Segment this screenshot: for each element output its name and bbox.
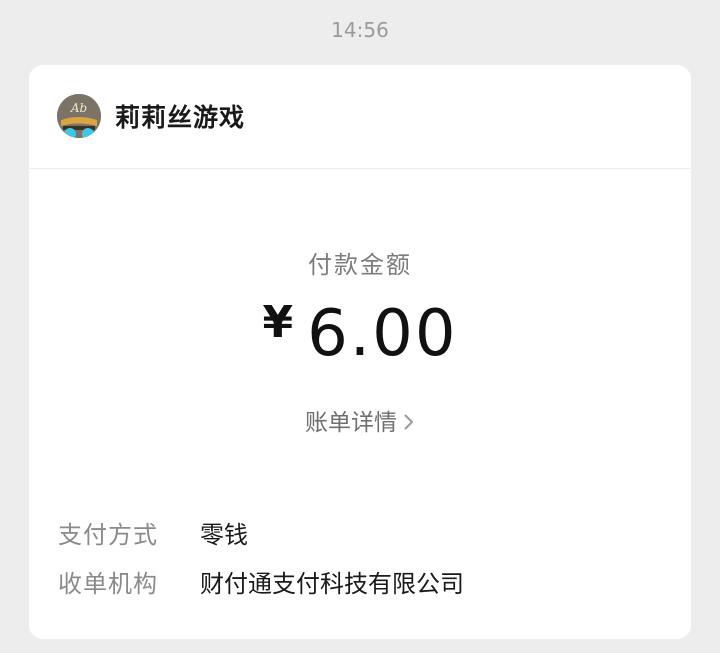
payment-card: Ab 莉莉丝游戏 付款金额 ¥6.00 账单详情 支付方式 零钱 收单机构 财付…	[29, 65, 691, 639]
currency-symbol: ¥	[262, 297, 294, 348]
amount-value: 6.00	[307, 297, 458, 371]
amount-label: 付款金额	[308, 251, 412, 279]
bill-details-label: 账单详情	[305, 410, 397, 436]
payment-method-value: 零钱	[200, 521, 248, 549]
acquirer-row: 收单机构 财付通支付科技有限公司	[58, 564, 464, 599]
merchant-header[interactable]: Ab 莉莉丝游戏	[29, 65, 691, 169]
merchant-avatar-icon: Ab	[57, 94, 101, 138]
svg-text:Ab: Ab	[70, 101, 87, 115]
acquirer-value: 财付通支付科技有限公司	[200, 570, 464, 598]
payment-method-row: 支付方式 零钱	[58, 515, 248, 550]
message-timestamp: 14:56	[331, 18, 389, 42]
chevron-right-icon	[403, 411, 415, 437]
acquirer-label: 收单机构	[58, 570, 158, 598]
bill-details-link[interactable]: 账单详情	[29, 403, 691, 437]
payment-amount: ¥6.00	[29, 301, 691, 367]
payment-method-label: 支付方式	[58, 521, 158, 549]
merchant-name: 莉莉丝游戏	[115, 103, 246, 132]
